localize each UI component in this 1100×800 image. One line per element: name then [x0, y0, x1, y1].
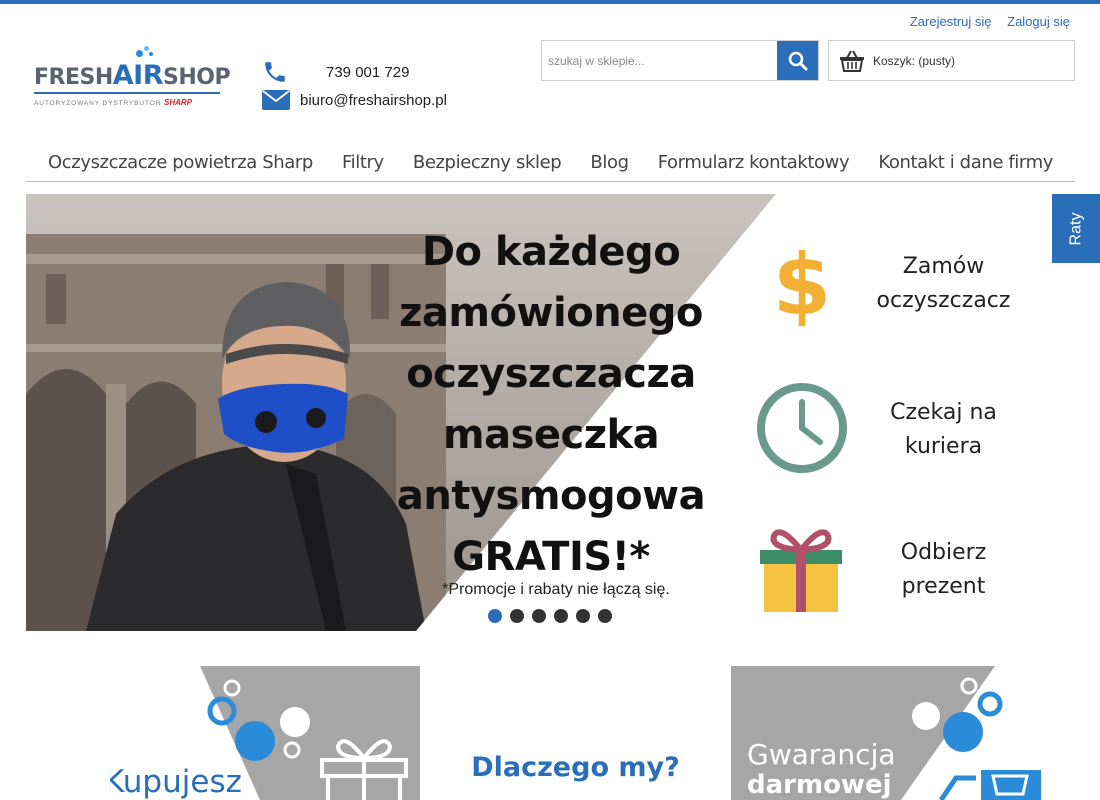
- nav-item-blog[interactable]: Blog: [590, 152, 629, 181]
- slider-dot-6[interactable]: [598, 609, 612, 623]
- slider-dot-2[interactable]: [510, 609, 524, 623]
- promo-tile-why-us[interactable]: Dlaczego my?: [420, 666, 731, 800]
- nav-item-secure-shop[interactable]: Bezpieczny sklep: [413, 152, 562, 181]
- register-link[interactable]: Zarejestruj się: [910, 14, 992, 29]
- step-order: Zamów oczyszczacz: [876, 254, 1011, 313]
- shop-logo[interactable]: FRESHAIRSHOP AUTORYZOWANY DYSTRYBUTOR SH…: [34, 46, 231, 114]
- search-input[interactable]: [542, 41, 777, 80]
- promo-tile-warranty-line1: Gwarancja: [747, 738, 896, 771]
- search-button[interactable]: [777, 41, 818, 80]
- promo-tile-warranty[interactable]: Gwarancja darmowej: [731, 666, 1041, 800]
- basket-icon: [840, 50, 864, 72]
- user-links: Zarejestruj się Zaloguj się: [898, 14, 1070, 29]
- slider-dot-3[interactable]: [532, 609, 546, 623]
- phone-icon: [265, 62, 285, 82]
- dollar-icon: $: [773, 242, 831, 328]
- main-nav: Oczyszczacze powietrza Sharp Filtry Bezp…: [26, 152, 1075, 182]
- slider-dots: [488, 609, 612, 623]
- clock-icon: [757, 383, 847, 473]
- nav-item-company-contact[interactable]: Kontakt i dane firmy: [878, 152, 1053, 181]
- login-link[interactable]: Zaloguj się: [1007, 14, 1070, 29]
- mail-icon: [262, 90, 290, 110]
- logo-wordmark: FRESHAIRSHOP: [34, 60, 231, 91]
- slider-dot-5[interactable]: [576, 609, 590, 623]
- nav-item-filters[interactable]: Filtry: [342, 152, 384, 181]
- promo-tile-warranty-line2: darmowej: [747, 770, 892, 800]
- search-box: [541, 40, 819, 81]
- hero-promo-note: *Promocje i rabaty nie łączą się.: [442, 581, 670, 598]
- promo-tile-buy[interactable]: Kupujesz: [110, 666, 420, 800]
- slider-dot-4[interactable]: [554, 609, 568, 623]
- slider-dot-1[interactable]: [488, 609, 502, 623]
- email-address[interactable]: biuro@freshairshop.pl: [300, 92, 447, 109]
- why-us-heading: Dlaczego my?: [471, 752, 680, 783]
- phone-number[interactable]: 739 001 729: [326, 64, 409, 81]
- logo-tagline: AUTORYZOWANY DYSTRYBUTOR SHARP: [34, 98, 193, 107]
- step-receive-gift: Odbierz prezent: [900, 540, 987, 599]
- search-icon: [788, 51, 807, 70]
- cart-button[interactable]: Koszyk: (pusty): [828, 40, 1075, 81]
- raty-side-tab[interactable]: Raty: [1052, 194, 1100, 263]
- nav-item-contact-form[interactable]: Formularz kontaktowy: [658, 152, 850, 181]
- svg-text:$: $: [773, 242, 831, 328]
- contact-info: 739 001 729 biuro@freshairshop.pl: [262, 58, 447, 114]
- step-wait-courier: Czekaj na kuriera: [890, 400, 997, 459]
- cart-label: Koszyk: (pusty): [873, 53, 956, 68]
- phone-row: 739 001 729: [262, 58, 447, 86]
- top-accent-bar: [0, 0, 1100, 4]
- hero-slider[interactable]: Do każdego zamówionego oczyszczacza mase…: [26, 194, 1075, 631]
- nav-item-air-purifiers[interactable]: Oczyszczacze powietrza Sharp: [48, 152, 313, 181]
- promo-tile-buy-label: Kupujesz: [110, 764, 242, 800]
- email-row: biuro@freshairshop.pl: [262, 86, 447, 114]
- hero-headline: Do każdego zamówionego oczyszczacza mase…: [396, 229, 706, 580]
- gift-icon: [760, 529, 842, 612]
